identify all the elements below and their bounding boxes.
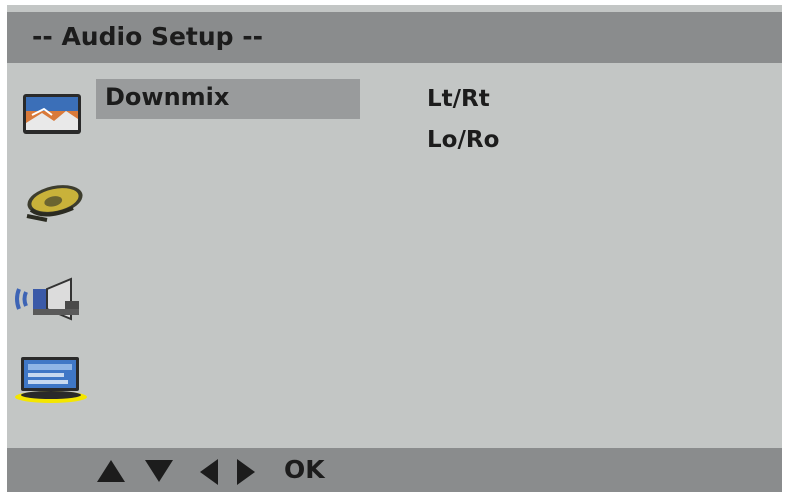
- audio-setup-icon[interactable]: [13, 277, 83, 325]
- ok-label: OK: [284, 455, 325, 484]
- menu-item-label: Downmix: [105, 83, 230, 111]
- menu-item-downmix[interactable]: Downmix: [96, 79, 360, 119]
- right-arrow-icon: [237, 459, 255, 485]
- down-arrow-icon: [145, 460, 173, 482]
- up-arrow-icon: [97, 460, 125, 482]
- page-title: -- Audio Setup --: [32, 22, 264, 51]
- navigation-bar: OK: [7, 448, 782, 492]
- general-setup-icon[interactable]: [22, 93, 82, 139]
- osd-screen: -- Audio Setup -- Downmix Lt/Rt Lo/Ro OK: [7, 5, 782, 492]
- option-lo-ro[interactable]: Lo/Ro: [427, 127, 499, 153]
- preferences-icon[interactable]: [13, 355, 89, 411]
- left-arrow-icon: [200, 459, 218, 485]
- title-bar: -- Audio Setup --: [7, 12, 782, 63]
- speaker-setup-icon[interactable]: [25, 180, 87, 228]
- option-lt-rt[interactable]: Lt/Rt: [427, 86, 490, 112]
